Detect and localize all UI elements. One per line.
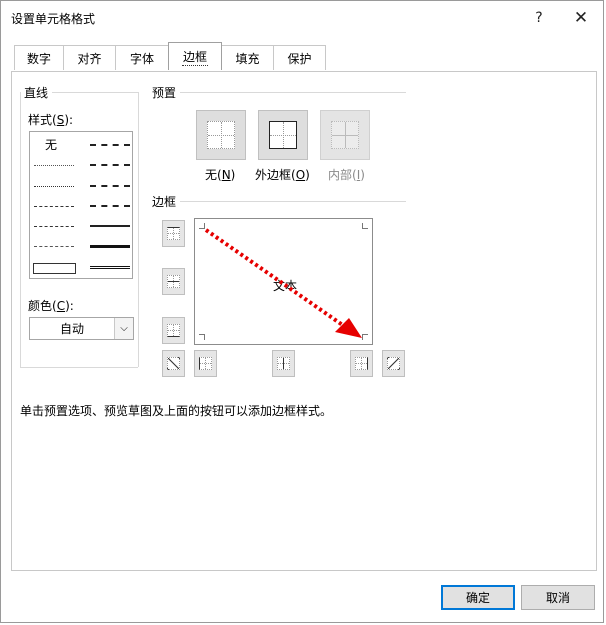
preset-inside-paren: ) — [360, 168, 365, 182]
line-group-rule — [52, 92, 138, 93]
border-right-icon — [355, 357, 368, 370]
title-bar: 设置单元格格式 ? ✕ — [1, 1, 605, 35]
close-button[interactable]: ✕ — [561, 5, 601, 31]
chevron-down-icon[interactable]: ⌵ — [114, 318, 133, 339]
line-style-medium[interactable] — [90, 225, 130, 227]
border-bottom-button[interactable] — [162, 317, 185, 344]
line-style-thick[interactable] — [90, 245, 130, 248]
border-diagonal-up-button[interactable] — [162, 350, 185, 377]
color-label-text: 颜色( — [28, 299, 57, 313]
tab-alignment[interactable]: 对齐 — [63, 45, 116, 70]
border-left-button[interactable] — [194, 350, 217, 377]
border-right-button[interactable] — [350, 350, 373, 377]
color-dropdown[interactable]: 自动 ⌵ — [29, 317, 134, 340]
line-style-dash-dot[interactable] — [34, 226, 74, 227]
line-group-rule-left — [20, 92, 21, 367]
preset-none-key: N — [221, 168, 231, 182]
border-preview[interactable]: 文本 — [194, 218, 373, 345]
border-diagonal-down-button[interactable] — [382, 350, 405, 377]
border-diagonal-up-icon — [167, 357, 180, 370]
line-style-none[interactable]: 无 — [45, 136, 57, 153]
color-label-key: C — [56, 299, 66, 313]
line-style-dashed[interactable] — [34, 246, 74, 247]
preset-outline-paren: ) — [305, 168, 310, 182]
color-label-end: ): — [65, 299, 74, 313]
line-style-list[interactable]: 无 — [29, 131, 133, 279]
tab-bar: 数字 对齐 字体 边框 填充 保护 — [14, 42, 326, 71]
tab-number[interactable]: 数字 — [14, 45, 64, 70]
tab-fill[interactable]: 填充 — [221, 45, 274, 70]
border-top-icon — [167, 227, 180, 240]
presets-rule — [180, 92, 406, 93]
border-top-button[interactable] — [162, 220, 185, 247]
tab-border[interactable]: 边框 — [168, 42, 222, 70]
border-title: 边框 — [152, 195, 177, 209]
preset-none-paren: ) — [230, 168, 236, 182]
preset-outline-key: O — [295, 168, 306, 182]
preset-none-icon — [207, 121, 235, 149]
ok-button[interactable]: 确定 — [441, 585, 515, 610]
line-style-medium-dash-dot[interactable] — [90, 185, 130, 187]
arrow-head — [335, 318, 362, 338]
line-style-slant-dash-dot[interactable] — [90, 164, 130, 166]
tab-protection[interactable]: 保护 — [273, 45, 326, 70]
line-group-rule-right — [138, 92, 139, 367]
border-inside-horizontal-icon — [167, 275, 180, 288]
preset-none-label-text: 无( — [205, 168, 222, 182]
preset-inside-label-text: 内部( — [328, 168, 357, 182]
preset-inside-label: 内部(I) — [328, 166, 365, 183]
red-arrow-annotation — [204, 228, 362, 338]
color-label: 颜色(C): — [28, 297, 74, 314]
border-tab-panel: 直线 样式(S): 无 颜色(C): 自动 ⌵ 预置 无(N) 外边框(O) 内… — [11, 71, 597, 571]
line-style-dash-dot-dot[interactable] — [34, 206, 74, 207]
style-label-text: 样式( — [28, 113, 57, 127]
help-button[interactable]: ? — [519, 5, 559, 31]
arrow-shaft — [204, 228, 346, 328]
line-group-title: 直线 — [24, 86, 49, 100]
preset-inside-icon — [331, 121, 359, 149]
preset-none-label: 无(N) — [205, 166, 235, 183]
line-style-double[interactable] — [90, 266, 130, 269]
preset-outline-label-text: 外边框( — [255, 168, 296, 182]
style-label: 样式(S): — [28, 111, 73, 128]
line-style-dotted[interactable] — [34, 186, 74, 187]
line-style-medium-dash-dot-dot[interactable] — [90, 144, 130, 146]
dialog-title: 设置单元格格式 — [11, 12, 96, 26]
cancel-button[interactable]: 取消 — [521, 585, 595, 610]
format-cells-dialog: 设置单元格格式 ? ✕ 数字 对齐 字体 边框 填充 保护 直线 样式(S): … — [0, 0, 604, 623]
tab-font[interactable]: 字体 — [115, 45, 169, 70]
preset-outline-icon — [269, 121, 297, 149]
color-value: 自动 — [59, 322, 84, 336]
line-style-selected-thin[interactable] — [33, 263, 76, 274]
preset-none-button[interactable] — [196, 110, 246, 160]
border-left-icon — [199, 357, 212, 370]
preset-outline-label: 外边框(O) — [255, 166, 310, 183]
presets-title: 预置 — [152, 86, 177, 100]
line-group-rule-bottom — [20, 367, 138, 368]
border-inside-vertical-button[interactable] — [272, 350, 295, 377]
line-style-medium-dashed[interactable] — [90, 205, 130, 207]
style-label-end: ): — [64, 113, 74, 127]
border-diagonal-down-icon — [387, 357, 400, 370]
hint-text: 单击预置选项、预览草图及上面的按钮可以添加边框样式。 — [20, 404, 333, 418]
border-bottom-icon — [167, 324, 180, 337]
border-inside-horizontal-button[interactable] — [162, 268, 185, 295]
border-inside-vertical-icon — [277, 357, 290, 370]
preset-inside-button[interactable] — [320, 110, 370, 160]
border-rule — [180, 201, 406, 202]
preset-outline-button[interactable] — [258, 110, 308, 160]
line-style-hair[interactable] — [34, 165, 74, 166]
